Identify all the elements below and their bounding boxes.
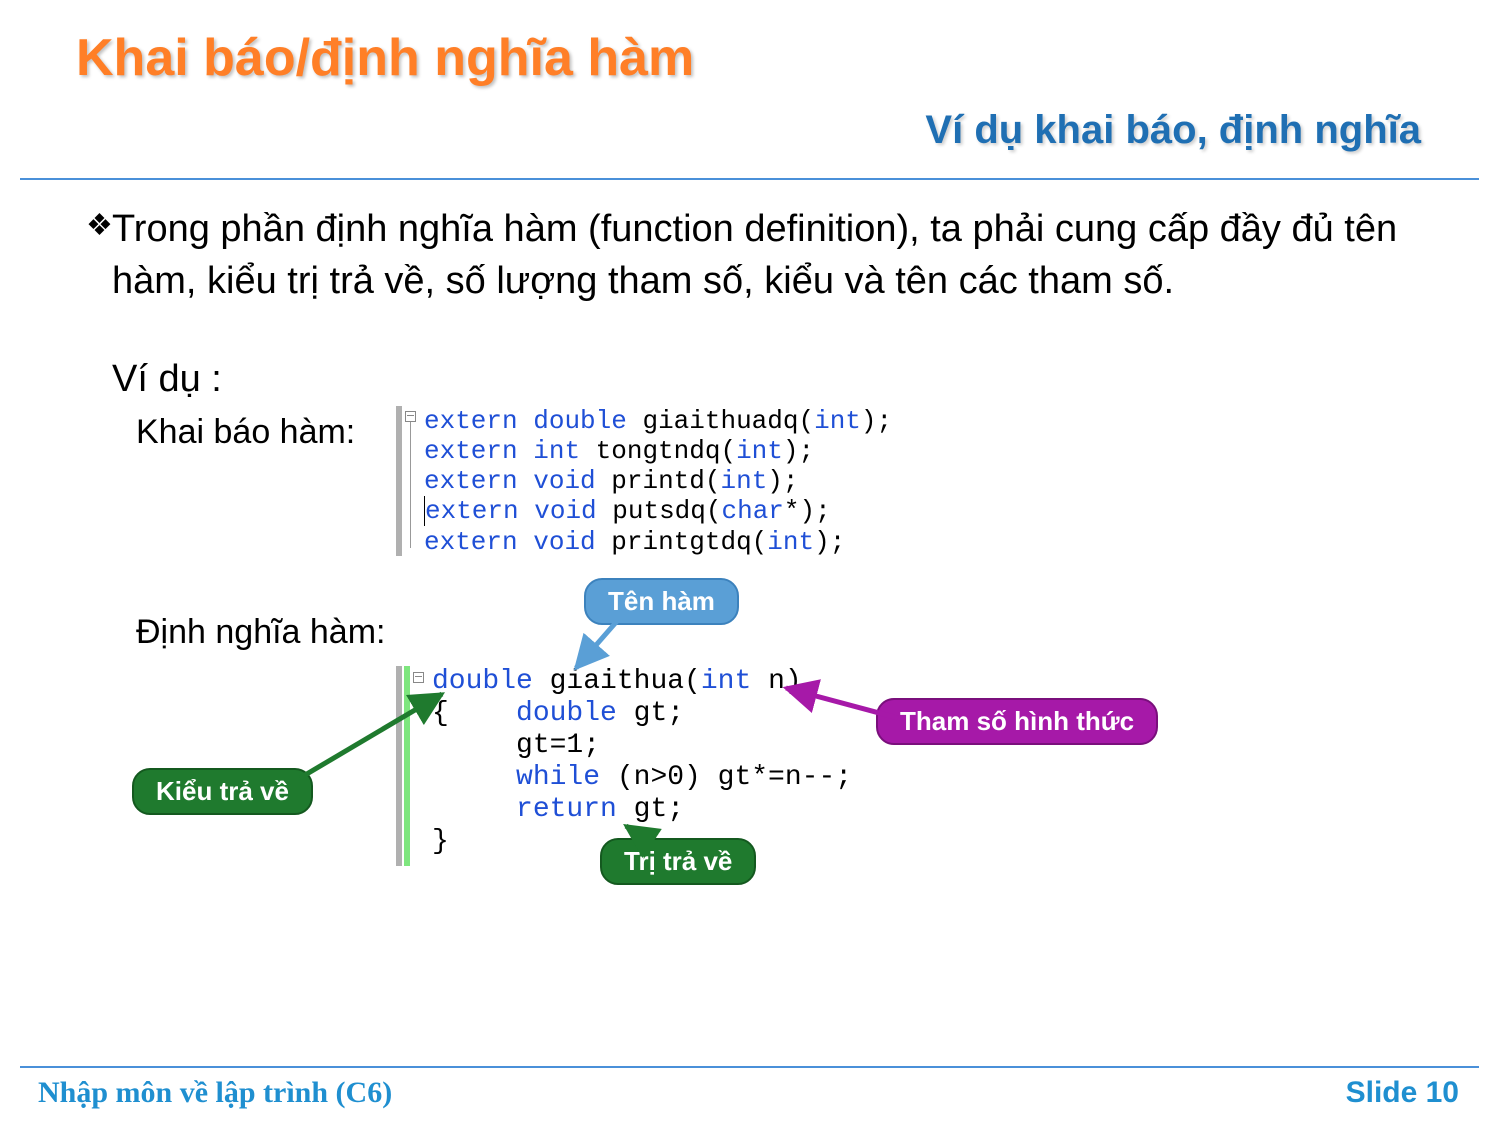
def-line-3: gt=1; [432, 730, 852, 762]
decl-line-3: extern void printd(int); [424, 466, 892, 496]
divider-top [20, 178, 1479, 180]
label-declare: Khai báo hàm: [136, 413, 355, 452]
label-define: Định nghĩa hàm: [136, 613, 386, 652]
decl-line-5: extern void printgtdq(int); [424, 527, 892, 557]
def-line-4: while (n>0) gt*=n--; [432, 762, 852, 794]
code-gutter [396, 666, 402, 866]
fold-collapse-icon [413, 672, 424, 683]
example-prefix: Ví dụ : [112, 358, 222, 401]
def-line-5: return gt; [432, 794, 852, 826]
decl-line-1: extern double giaithuadq(int); [424, 406, 892, 436]
bullet-glyph: ❖ [86, 208, 113, 243]
annotation-return-type: Kiểu trả về [132, 768, 313, 815]
annotation-func-name: Tên hàm [584, 578, 739, 625]
def-line-1: double giaithua(int n) [432, 666, 852, 698]
code-gutter [396, 406, 402, 556]
divider-bottom [20, 1066, 1479, 1068]
footer-course-title: Nhập môn về lập trình (C6) [38, 1076, 392, 1110]
annotation-formal-param: Tham số hình thức [876, 698, 1158, 745]
slide-subtitle: Ví dụ khai báo, định nghĩa [925, 108, 1421, 153]
fold-minus-icon [407, 415, 414, 416]
fold-line [410, 418, 411, 548]
def-line-2: { double gt; [432, 698, 852, 730]
code-block-definition: double giaithua(int n) { double gt; gt=1… [396, 666, 852, 857]
annotation-return-value: Trị trả về [600, 838, 756, 885]
footer-slide-number: Slide 10 [1346, 1076, 1459, 1110]
body-paragraph: Trong phần định nghĩa hàm (function defi… [112, 204, 1409, 307]
code-block-declarations: extern double giaithuadq(int); extern in… [396, 406, 892, 557]
decl-line-2: extern int tongtndq(int); [424, 436, 892, 466]
annotation-arrows [0, 0, 1499, 1124]
fold-minus-icon [415, 676, 422, 677]
code-change-bar [404, 666, 410, 866]
fold-collapse-icon [405, 411, 416, 422]
decl-line-4: extern void putsdq(char*); [424, 496, 892, 526]
slide-title: Khai báo/định nghĩa hàm [76, 28, 694, 88]
